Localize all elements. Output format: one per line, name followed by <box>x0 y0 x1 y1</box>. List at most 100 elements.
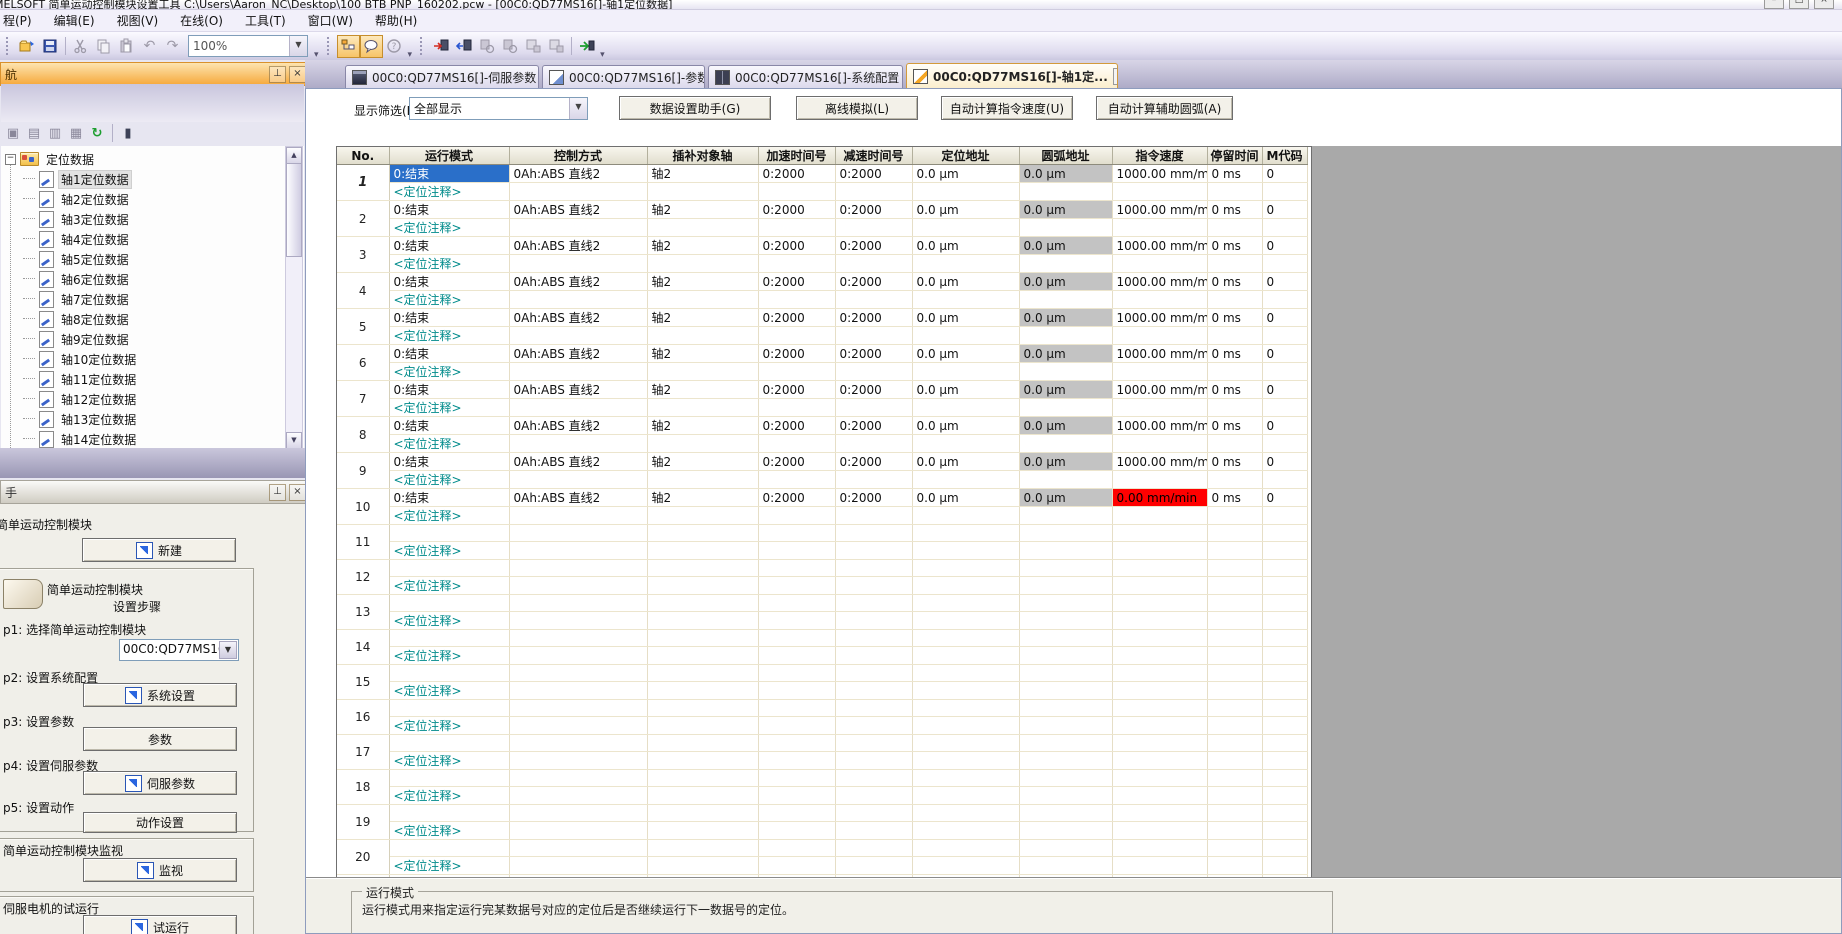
cell-address[interactable] <box>912 525 1019 542</box>
menu-item-3[interactable]: 视图(V) <box>114 10 170 31</box>
cell-control[interactable] <box>509 735 647 752</box>
cell-empty[interactable] <box>647 363 758 381</box>
cell-empty[interactable] <box>912 183 1019 201</box>
verify-icon[interactable] <box>476 35 499 58</box>
cell-comment[interactable]: <定位注释> <box>389 327 509 345</box>
run-icon[interactable] <box>575 35 598 58</box>
copy-info-icon[interactable]: ▦ <box>67 124 85 142</box>
cell-dwell[interactable] <box>1207 595 1262 612</box>
cell-empty[interactable] <box>647 612 758 630</box>
cell-empty[interactable] <box>758 363 835 381</box>
cell-empty[interactable] <box>912 612 1019 630</box>
trial-run-button[interactable]: 试运行 <box>83 915 237 934</box>
cell-speed[interactable] <box>1112 560 1207 577</box>
cell-control[interactable] <box>509 630 647 647</box>
cell-dec[interactable]: 0:2000 <box>835 345 912 363</box>
cell-arc[interactable]: 0.0 μm <box>1019 489 1112 507</box>
cell-mcode[interactable]: 0 <box>1262 417 1307 435</box>
cell-empty[interactable] <box>1207 471 1262 489</box>
cell-acc[interactable] <box>758 665 835 682</box>
cell-empty[interactable] <box>912 507 1019 525</box>
cell-arc[interactable]: 0.0 μm <box>1019 273 1112 291</box>
row-number-cell[interactable]: 3 <box>337 237 389 273</box>
cell-dwell[interactable] <box>1207 665 1262 682</box>
cell-speed[interactable] <box>1112 630 1207 647</box>
cell-mcode[interactable]: 0 <box>1262 345 1307 363</box>
cell-comment[interactable]: <定位注释> <box>389 577 509 595</box>
column-header-6[interactable]: 减速时间号 <box>835 147 912 165</box>
tab-4[interactable]: 00C0:QD77MS16[]-轴1定...× <box>906 63 1118 88</box>
cell-empty[interactable] <box>1262 363 1307 381</box>
cell-dwell[interactable] <box>1207 805 1262 822</box>
cell-acc[interactable] <box>758 770 835 787</box>
cell-empty[interactable] <box>509 752 647 770</box>
close-icon[interactable]: × <box>289 66 306 83</box>
cell-mcode[interactable]: 0 <box>1262 273 1307 291</box>
cell-dec[interactable]: 0:2000 <box>835 489 912 507</box>
cell-empty[interactable] <box>1207 577 1262 595</box>
cell-dec[interactable] <box>835 560 912 577</box>
cell-comment[interactable]: <定位注释> <box>389 291 509 309</box>
open-icon[interactable] <box>16 35 39 58</box>
cell-control[interactable] <box>509 770 647 787</box>
cell-comment[interactable]: <定位注释> <box>389 682 509 700</box>
cell-empty[interactable] <box>1112 857 1207 875</box>
cell-address[interactable]: 0.0 μm <box>912 165 1019 183</box>
column-header-10[interactable]: 停留时间 <box>1207 147 1262 165</box>
cell-mode[interactable] <box>389 770 509 787</box>
column-header-7[interactable]: 定位地址 <box>912 147 1019 165</box>
cell-mode[interactable]: 0:结束 <box>389 165 509 183</box>
toolbar-grip[interactable] <box>420 37 426 55</box>
cell-empty[interactable] <box>1019 857 1112 875</box>
cell-dec[interactable]: 0:2000 <box>835 381 912 399</box>
cell-mcode[interactable] <box>1262 560 1307 577</box>
cell-arc[interactable]: 0.0 μm <box>1019 381 1112 399</box>
cell-axis[interactable] <box>647 560 758 577</box>
cell-arc[interactable]: 0.0 μm <box>1019 417 1112 435</box>
cell-empty[interactable] <box>912 822 1019 840</box>
cell-mode[interactable] <box>389 560 509 577</box>
cell-control[interactable]: 0Ah:ABS 直线2 <box>509 345 647 363</box>
cell-empty[interactable] <box>835 435 912 453</box>
cell-empty[interactable] <box>912 682 1019 700</box>
cell-empty[interactable] <box>758 327 835 345</box>
cell-empty[interactable] <box>509 399 647 417</box>
cell-empty[interactable] <box>1207 255 1262 273</box>
cell-empty[interactable] <box>835 822 912 840</box>
cell-comment[interactable]: <定位注释> <box>389 647 509 665</box>
cell-acc[interactable]: 0:2000 <box>758 345 835 363</box>
cell-mode[interactable]: 0:结束 <box>389 201 509 219</box>
cell-control[interactable] <box>509 665 647 682</box>
cell-arc[interactable] <box>1019 700 1112 717</box>
cell-dec[interactable] <box>835 595 912 612</box>
row-number-cell[interactable]: 4 <box>337 273 389 309</box>
cell-empty[interactable] <box>647 647 758 665</box>
cell-empty[interactable] <box>758 399 835 417</box>
copy-number-icon[interactable]: ▥ <box>46 124 64 142</box>
cell-arc[interactable] <box>1019 630 1112 647</box>
cell-empty[interactable] <box>647 507 758 525</box>
cell-dwell[interactable]: 0 ms <box>1207 345 1262 363</box>
cell-empty[interactable] <box>1262 255 1307 273</box>
cell-speed[interactable]: 1000.00 mm/min <box>1112 201 1207 219</box>
cell-empty[interactable] <box>912 857 1019 875</box>
cell-empty[interactable] <box>1207 507 1262 525</box>
toolbar-overflow-icon[interactable]: ▾ <box>408 50 413 60</box>
cell-comment[interactable]: <定位注释> <box>389 822 509 840</box>
cell-empty[interactable] <box>1112 183 1207 201</box>
cell-speed[interactable]: 1000.00 mm/min <box>1112 165 1207 183</box>
cell-acc[interactable] <box>758 840 835 857</box>
cell-dwell[interactable]: 0 ms <box>1207 237 1262 255</box>
cell-empty[interactable] <box>1262 647 1307 665</box>
cell-empty[interactable] <box>1207 787 1262 805</box>
cell-dwell[interactable]: 0 ms <box>1207 453 1262 471</box>
cell-axis[interactable] <box>647 735 758 752</box>
cell-empty[interactable] <box>1019 647 1112 665</box>
menu-item-1[interactable]: 程(P) <box>0 10 43 31</box>
row-number-cell[interactable]: 19 <box>337 805 389 840</box>
cell-dwell[interactable] <box>1207 630 1262 647</box>
cell-empty[interactable] <box>1112 507 1207 525</box>
cell-dwell[interactable]: 0 ms <box>1207 381 1262 399</box>
cell-dwell[interactable]: 0 ms <box>1207 309 1262 327</box>
cell-empty[interactable] <box>647 399 758 417</box>
